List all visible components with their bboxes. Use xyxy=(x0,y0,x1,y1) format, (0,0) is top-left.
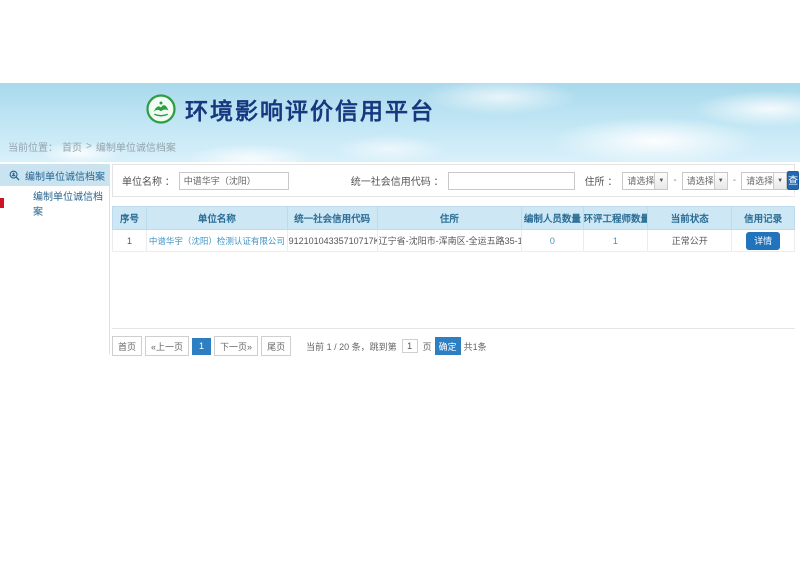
breadcrumb-prefix: 当前位置： xyxy=(8,139,58,154)
cell-address: 辽宁省-沈阳市-浑南区-全运五路35-1号楼902 xyxy=(377,230,522,252)
pagination: 首页 «上一页 1 下一页» 尾页 当前 1 / 20 条，跳到第 页 确定 共… xyxy=(112,328,795,356)
col-status: 当前状态 xyxy=(648,207,732,230)
pagination-first-button[interactable]: 首页 xyxy=(112,336,142,356)
city-select[interactable]: 请选择 ▼ xyxy=(682,172,728,190)
province-select[interactable]: 请选择 ▼ xyxy=(622,172,668,190)
table-header-row: 序号 单位名称 统一社会信用代码 住所 编制人员数量 环评工程师数量 当前状态 … xyxy=(113,207,795,230)
cell-credit-code: 91210104335710717K xyxy=(287,230,377,252)
chevron-down-icon: ▼ xyxy=(714,173,727,189)
col-unit-name: 单位名称 xyxy=(147,207,287,230)
staff-count-link[interactable]: 0 xyxy=(550,236,555,246)
unit-name-input[interactable] xyxy=(179,172,289,190)
address-separator: - xyxy=(733,175,736,186)
breadcrumb-separator: > xyxy=(86,141,92,152)
credit-code-label: 统一社会信用代码 ： xyxy=(351,173,444,188)
district-select-value: 请选择 xyxy=(742,174,773,187)
search-form: 单位名称 ： 统一社会信用代码 ： 住所 ： 请选择 ▼ - 请选择 ▼ - 请… xyxy=(112,164,795,197)
confirm-button[interactable]: 确定 xyxy=(435,337,461,355)
engineer-count-link[interactable]: 1 xyxy=(613,236,618,246)
pagination-last-button[interactable]: 尾页 xyxy=(261,336,291,356)
col-staff-count: 编制人员数量 xyxy=(522,207,583,230)
detail-button[interactable]: 详情 xyxy=(746,232,780,250)
province-select-value: 请选择 xyxy=(623,174,654,187)
pagination-info-suffix: 页 xyxy=(423,340,432,353)
address-label: 住所 ： xyxy=(585,173,618,188)
pagination-next-button[interactable]: 下一页» xyxy=(214,336,258,356)
search-button[interactable]: 查询 xyxy=(787,171,799,190)
sidebar-item-label: 编制单位诚信档案 xyxy=(25,168,105,183)
table-row: 1 中谱华宇（沈阳）检测认证有限公司 91210104335710717K 辽宁… xyxy=(113,230,795,252)
cell-status: 正常公开 xyxy=(648,230,732,252)
unit-name-label: 单位名称 ： xyxy=(122,173,175,188)
cell-index: 1 xyxy=(113,230,147,252)
sidebar-item-label: 编制单位诚信档案 xyxy=(33,188,109,218)
pagination-current-page[interactable]: 1 xyxy=(192,338,211,355)
brand: 环境影响评价信用平台 xyxy=(146,92,435,126)
platform-logo-icon xyxy=(146,94,176,124)
col-credit-code: 统一社会信用代码 xyxy=(287,207,377,230)
district-select[interactable]: 请选择 ▼ xyxy=(741,172,787,190)
results-table: 序号 单位名称 统一社会信用代码 住所 编制人员数量 环评工程师数量 当前状态 … xyxy=(112,206,795,252)
address-separator: - xyxy=(673,175,676,186)
page: 环境影响评价信用平台 当前位置： 首页 > 编制单位诚信档案 编制单位诚信档案 xyxy=(0,0,800,565)
col-address: 住所 xyxy=(377,207,522,230)
pagination-prev-button[interactable]: «上一页 xyxy=(145,336,189,356)
credit-code-input[interactable] xyxy=(448,172,575,190)
page-jump-input[interactable] xyxy=(402,339,418,353)
sidebar: 编制单位诚信档案 编制单位诚信档案 xyxy=(0,164,110,354)
breadcrumb: 当前位置： 首页 > 编制单位诚信档案 xyxy=(8,139,176,154)
breadcrumb-home-link[interactable]: 首页 xyxy=(62,139,82,154)
pagination-total: 共1条 xyxy=(464,340,487,353)
breadcrumb-current: 编制单位诚信档案 xyxy=(96,139,176,154)
active-marker xyxy=(0,198,4,208)
banner: 环境影响评价信用平台 当前位置： 首页 > 编制单位诚信档案 xyxy=(0,83,800,162)
col-index: 序号 xyxy=(113,207,147,230)
chevron-down-icon: ▼ xyxy=(773,173,786,189)
page-title: 环境影响评价信用平台 xyxy=(185,92,435,126)
col-engineer-count: 环评工程师数量 xyxy=(583,207,648,230)
city-select-value: 请选择 xyxy=(683,174,714,187)
main-panel: 单位名称 ： 统一社会信用代码 ： 住所 ： 请选择 ▼ - 请选择 ▼ - 请… xyxy=(112,164,795,356)
person-search-icon xyxy=(9,170,20,181)
company-link[interactable]: 中谱华宇（沈阳）检测认证有限公司 xyxy=(149,236,285,246)
sidebar-item-credit-archive-header[interactable]: 编制单位诚信档案 xyxy=(0,164,109,186)
pagination-info: 当前 1 / 20 条，跳到第 xyxy=(306,340,397,353)
sidebar-item-credit-archive[interactable]: 编制单位诚信档案 xyxy=(0,193,109,213)
col-credit-record: 信用记录 xyxy=(732,207,795,230)
chevron-down-icon: ▼ xyxy=(654,173,667,189)
